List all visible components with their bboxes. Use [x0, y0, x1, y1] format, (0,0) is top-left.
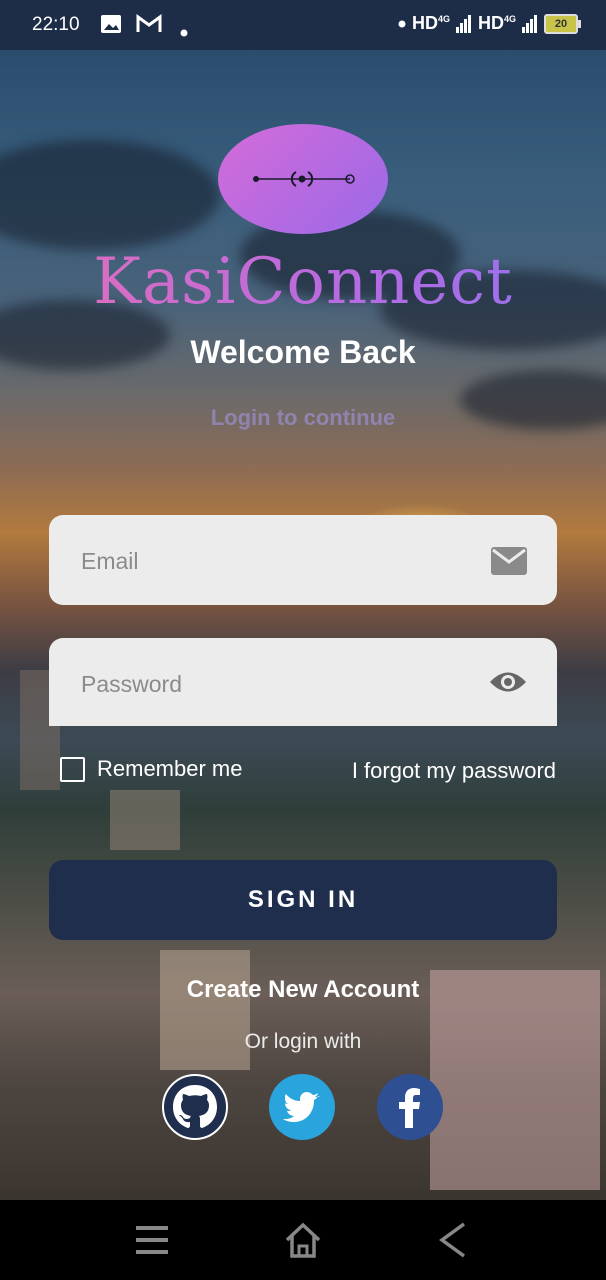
- create-account-link[interactable]: Create New Account: [0, 976, 606, 1004]
- battery-icon: 20: [544, 13, 581, 34]
- signal-icon: [455, 14, 471, 33]
- status-bar: 22:10 HD 4G HD 4G 20: [0, 0, 606, 50]
- eye-icon[interactable]: [489, 669, 527, 700]
- sign-in-button[interactable]: SIGN IN: [49, 860, 557, 940]
- image-icon: [100, 13, 122, 41]
- network-label-1: HD: [411, 13, 438, 33]
- signal-icon: [522, 14, 537, 33]
- network-label-2: HD: [477, 13, 504, 33]
- page-subtitle: Login to continue: [210, 405, 396, 430]
- app-logo-title: KasiConnect: [0, 245, 606, 319]
- dot-icon: [180, 21, 188, 43]
- twitter-icon: [283, 1092, 320, 1122]
- or-login-with-label: Or login with: [244, 1030, 362, 1053]
- twitter-login-button[interactable]: [269, 1074, 335, 1140]
- connect-logo-icon: [253, 171, 355, 187]
- github-login-button[interactable]: [162, 1074, 228, 1140]
- clock: 22:10: [32, 14, 80, 35]
- logo-badge: [218, 124, 388, 234]
- back-icon[interactable]: [436, 1220, 470, 1265]
- gmail-icon: [136, 13, 162, 41]
- forgot-password-link[interactable]: I forgot my password: [352, 758, 556, 784]
- facebook-login-button[interactable]: [377, 1074, 443, 1140]
- menu-icon[interactable]: [134, 1220, 170, 1265]
- system-navigation-bar: [0, 1200, 606, 1280]
- password-placeholder: Password: [81, 671, 182, 697]
- facebook-icon: [399, 1088, 420, 1128]
- remember-checkbox[interactable]: [60, 756, 85, 782]
- net-type-1: 4G: [437, 13, 450, 24]
- status-indicators: HD 4G HD 4G 20: [398, 13, 581, 34]
- page-title: Welcome Back: [190, 334, 416, 370]
- mail-icon: [491, 547, 527, 580]
- password-field[interactable]: Password: [49, 638, 557, 726]
- home-icon[interactable]: [283, 1220, 323, 1265]
- remember-label: Remember me: [97, 756, 243, 781]
- remember-me[interactable]: Remember me: [60, 756, 242, 782]
- net-type-2: 4G: [503, 13, 516, 24]
- email-field[interactable]: Email: [49, 515, 557, 605]
- github-icon: [173, 1085, 217, 1128]
- email-placeholder: Email: [81, 548, 139, 574]
- dot-icon: [398, 20, 406, 27]
